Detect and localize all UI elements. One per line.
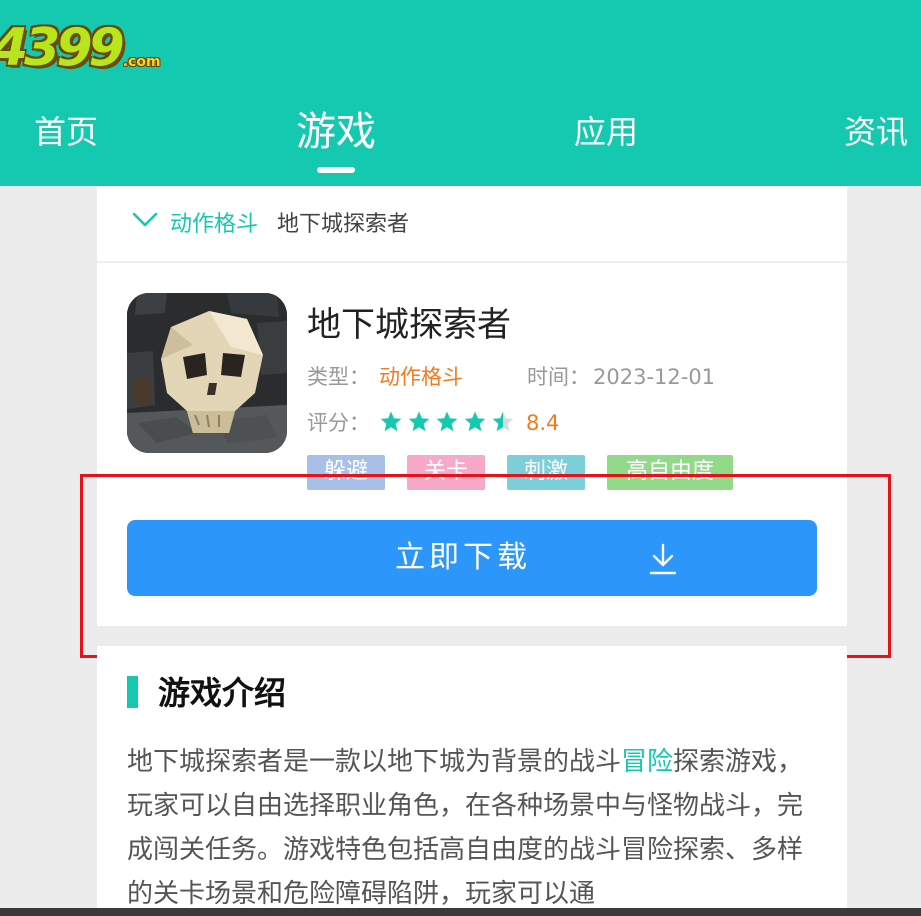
type-label: 类型：: [307, 365, 370, 389]
tag-1[interactable]: 关卡: [407, 455, 485, 490]
rating-stars: [379, 410, 515, 434]
breadcrumb-current: 地下城探索者: [277, 212, 410, 237]
nav-games[interactable]: 游戏: [296, 108, 376, 156]
download-icon: [649, 543, 677, 575]
section-marker: [127, 676, 138, 708]
star-icon: [436, 411, 458, 432]
nav-home[interactable]: 首页: [34, 112, 98, 152]
download-label: 立即下载: [395, 540, 531, 575]
top-header: 4399 .com 首页 游戏 应用 资讯: [0, 0, 921, 186]
rating-label: 评分：: [307, 411, 370, 435]
intro-text: 地下城探索者是一款以地下城为背景的战斗冒险探索游戏，玩家可以自由选择职业角色，在…: [127, 740, 817, 916]
time-value: 2023-12-01: [593, 365, 716, 389]
download-button[interactable]: 立即下载: [127, 520, 817, 596]
bottom-edge: [0, 908, 921, 916]
logo-text: 4399: [0, 18, 125, 78]
breadcrumb-category[interactable]: 动作格斗: [170, 210, 258, 240]
type-value[interactable]: 动作格斗: [379, 362, 463, 392]
star-icon: [492, 411, 514, 432]
nav-news[interactable]: 资讯: [844, 112, 908, 152]
tag-2[interactable]: 刺激: [507, 455, 585, 490]
nav-active-indicator: [317, 167, 355, 173]
star-icon: [380, 411, 402, 432]
logo-com: .com: [122, 54, 161, 70]
site-logo[interactable]: 4399 .com: [0, 20, 161, 74]
intro-link[interactable]: 冒险: [621, 747, 673, 777]
rating-value: 8.4: [526, 411, 560, 435]
intro-heading: 游戏介绍: [158, 674, 287, 712]
skull-icon: [127, 293, 287, 453]
tag-0[interactable]: 躲避: [307, 455, 385, 490]
game-icon: [127, 293, 287, 453]
time-label: 时间：: [527, 365, 590, 389]
intro-text-before: 地下城探索者是一款以地下城为背景的战斗: [127, 747, 622, 777]
chevron-down-icon[interactable]: [131, 209, 159, 231]
nav-apps[interactable]: 应用: [574, 112, 638, 152]
tag-3[interactable]: 高自由度: [607, 455, 733, 490]
star-icon: [408, 411, 430, 432]
game-title: 地下城探索者: [307, 305, 511, 345]
star-icon: [464, 411, 486, 432]
